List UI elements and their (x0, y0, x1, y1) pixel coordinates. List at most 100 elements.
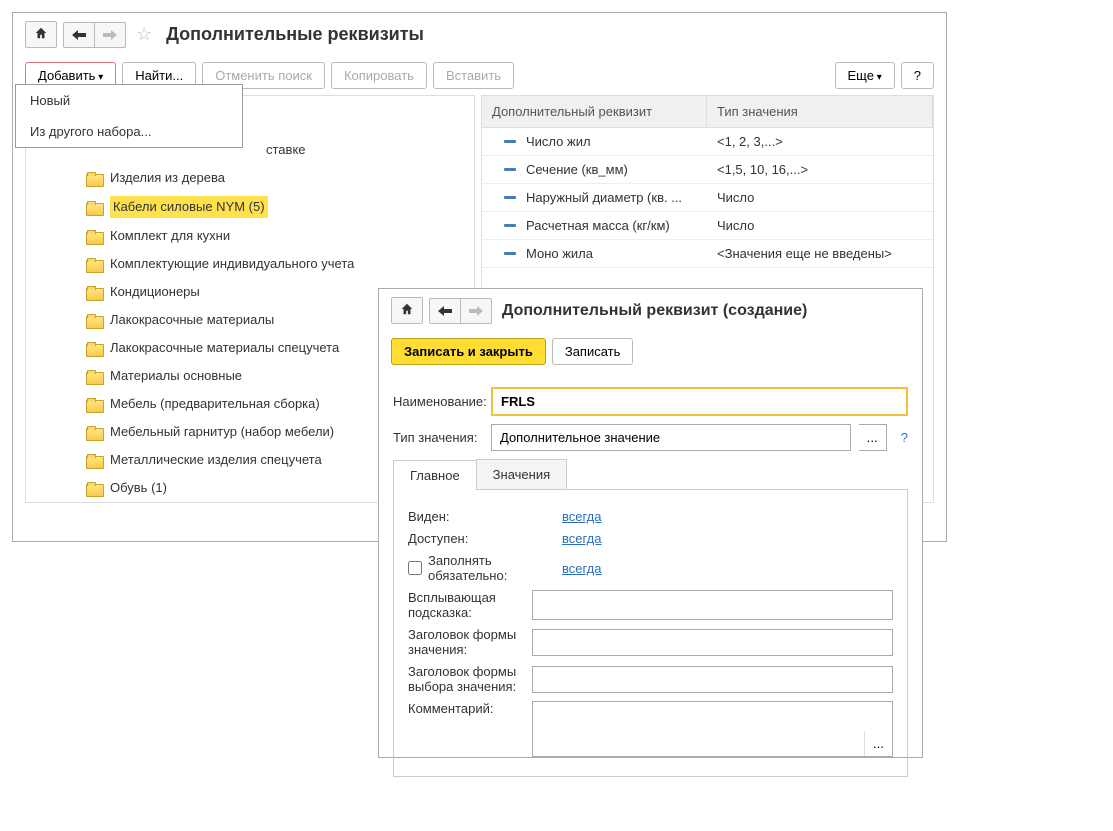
folder-icon (86, 398, 102, 411)
tree-label: Лакокрасочные материалы спецучета (110, 338, 339, 358)
help-button[interactable]: ? (901, 62, 934, 89)
copy-button[interactable]: Копировать (331, 62, 427, 89)
detail-toolbar: Записать и закрыть Записать (379, 332, 922, 371)
required-value-link[interactable]: всегда (562, 561, 601, 576)
forward-button[interactable] (95, 22, 126, 48)
tab-main-content: Виден: всегда Доступен: всегда Заполнять… (393, 490, 908, 777)
required-checkbox[interactable] (408, 561, 422, 575)
tree-label: Материалы основные (110, 366, 242, 386)
arrow-right-icon (103, 27, 117, 43)
grid-cell-attr: Число жил (526, 134, 591, 149)
folder-icon (86, 314, 102, 327)
folder-icon (86, 286, 102, 299)
detail-titlebar: Дополнительный реквизит (создание) (379, 289, 922, 332)
tabs: Главное Значения (393, 459, 908, 490)
save-button[interactable]: Записать (552, 338, 634, 365)
tree-item[interactable]: Комплектующие индивидуального учета (26, 250, 474, 278)
page-title: Дополнительные реквизиты (166, 24, 424, 45)
folder-icon (86, 172, 102, 185)
arrow-right-icon (469, 303, 483, 319)
grid-cell-type: <1,5, 10, 16,...> (707, 156, 933, 183)
star-icon[interactable]: ☆ (136, 24, 152, 45)
home-icon (400, 302, 414, 319)
tree-label: Мебель (предварительная сборка) (110, 394, 320, 414)
save-close-button[interactable]: Записать и закрыть (391, 338, 546, 365)
grid-cell-attr: Сечение (кв_мм) (526, 162, 628, 177)
grid-cell-attr: Наружный диаметр (кв. ... (526, 190, 682, 205)
comment-select-button[interactable]: ... (864, 731, 892, 756)
choice-title-input[interactable] (532, 666, 893, 693)
available-value-link[interactable]: всегда (562, 531, 601, 546)
type-select-button[interactable]: ... (859, 424, 887, 451)
arrow-left-icon (72, 27, 86, 43)
tab-main[interactable]: Главное (393, 460, 477, 490)
folder-icon (86, 258, 102, 271)
tooltip-input[interactable] (532, 590, 893, 620)
visible-label: Виден: (408, 509, 556, 524)
paste-button[interactable]: Вставить (433, 62, 514, 89)
detail-title: Дополнительный реквизит (создание) (502, 302, 807, 320)
tree-label: Мебельный гарнитур (набор мебели) (110, 422, 334, 442)
tree-item[interactable]: Изделия из дерева (26, 164, 474, 192)
grid-header-attr[interactable]: Дополнительный реквизит (482, 96, 707, 127)
tree-label: ставке (266, 140, 306, 160)
minus-icon (504, 252, 516, 255)
grid-cell-type: <1, 2, 3,...> (707, 128, 933, 155)
add-dropdown-menu: Новый Из другого набора... (15, 84, 243, 148)
grid-row[interactable]: Наружный диаметр (кв. ... Число (482, 184, 933, 212)
type-label: Тип значения: (393, 430, 483, 445)
dropdown-item-new[interactable]: Новый (16, 85, 242, 116)
detail-forward-button[interactable] (461, 298, 492, 324)
type-help-link[interactable]: ? (901, 430, 908, 445)
grid-row[interactable]: Число жил <1, 2, 3,...> (482, 128, 933, 156)
tree-label: Металлические изделия спецучета (110, 450, 322, 470)
tree-item[interactable]: Кабели силовые NYM (5) (26, 192, 474, 222)
tooltip-label: Всплывающая подсказка: (408, 590, 526, 620)
grid-cell-attr: Расчетная масса (кг/км) (526, 218, 670, 233)
grid-header: Дополнительный реквизит Тип значения (482, 96, 933, 128)
grid-header-type[interactable]: Тип значения (707, 96, 933, 127)
detail-home-button[interactable] (391, 297, 423, 324)
tree-label: Комплект для кухни (110, 226, 230, 246)
more-button[interactable]: Еще (835, 62, 895, 89)
detail-back-button[interactable] (429, 298, 461, 324)
folder-icon (86, 342, 102, 355)
home-icon (34, 26, 48, 43)
minus-icon (504, 196, 516, 199)
required-label: Заполнять обязательно: (428, 553, 556, 583)
tree-item[interactable]: Комплект для кухни (26, 222, 474, 250)
folder-icon (86, 426, 102, 439)
name-input[interactable] (491, 387, 908, 416)
tree-label: Комплектующие индивидуального учета (110, 254, 354, 274)
type-input[interactable] (491, 424, 851, 451)
grid-row[interactable]: Моно жила<Значения еще не введены> (482, 240, 933, 268)
form-title-input[interactable] (532, 629, 893, 656)
grid-cell-type: Число (707, 184, 933, 211)
home-button[interactable] (25, 21, 57, 48)
main-titlebar: ☆ Дополнительные реквизиты (13, 13, 946, 56)
dropdown-item-from-other[interactable]: Из другого набора... (16, 116, 242, 147)
visible-value-link[interactable]: всегда (562, 509, 601, 524)
detail-window: Дополнительный реквизит (создание) Запис… (378, 288, 923, 758)
tree-label: Кондиционеры (110, 282, 200, 302)
grid-row[interactable]: Расчетная масса (кг/км)Число (482, 212, 933, 240)
tree-label: Изделия из дерева (110, 168, 225, 188)
back-button[interactable] (63, 22, 95, 48)
tab-values[interactable]: Значения (476, 459, 567, 489)
comment-label: Комментарий: (408, 701, 526, 716)
tree-label: Кабели силовые NYM (5) (110, 196, 268, 218)
minus-icon (504, 168, 516, 171)
folder-icon (86, 370, 102, 383)
comment-input[interactable] (533, 702, 864, 756)
grid-row[interactable]: Сечение (кв_мм) <1,5, 10, 16,...> (482, 156, 933, 184)
grid-cell-attr: Моно жила (526, 246, 593, 261)
minus-icon (504, 224, 516, 227)
tree-label: Лакокрасочные материалы (110, 310, 274, 330)
name-label: Наименование: (393, 394, 483, 409)
folder-icon (86, 201, 102, 214)
available-label: Доступен: (408, 531, 556, 546)
form-title-label: Заголовок формы значения: (408, 627, 526, 657)
detail-form: Наименование: Тип значения: ... ? Главно… (379, 371, 922, 785)
choice-title-label: Заголовок формы выбора значения: (408, 664, 526, 694)
folder-icon (86, 482, 102, 495)
